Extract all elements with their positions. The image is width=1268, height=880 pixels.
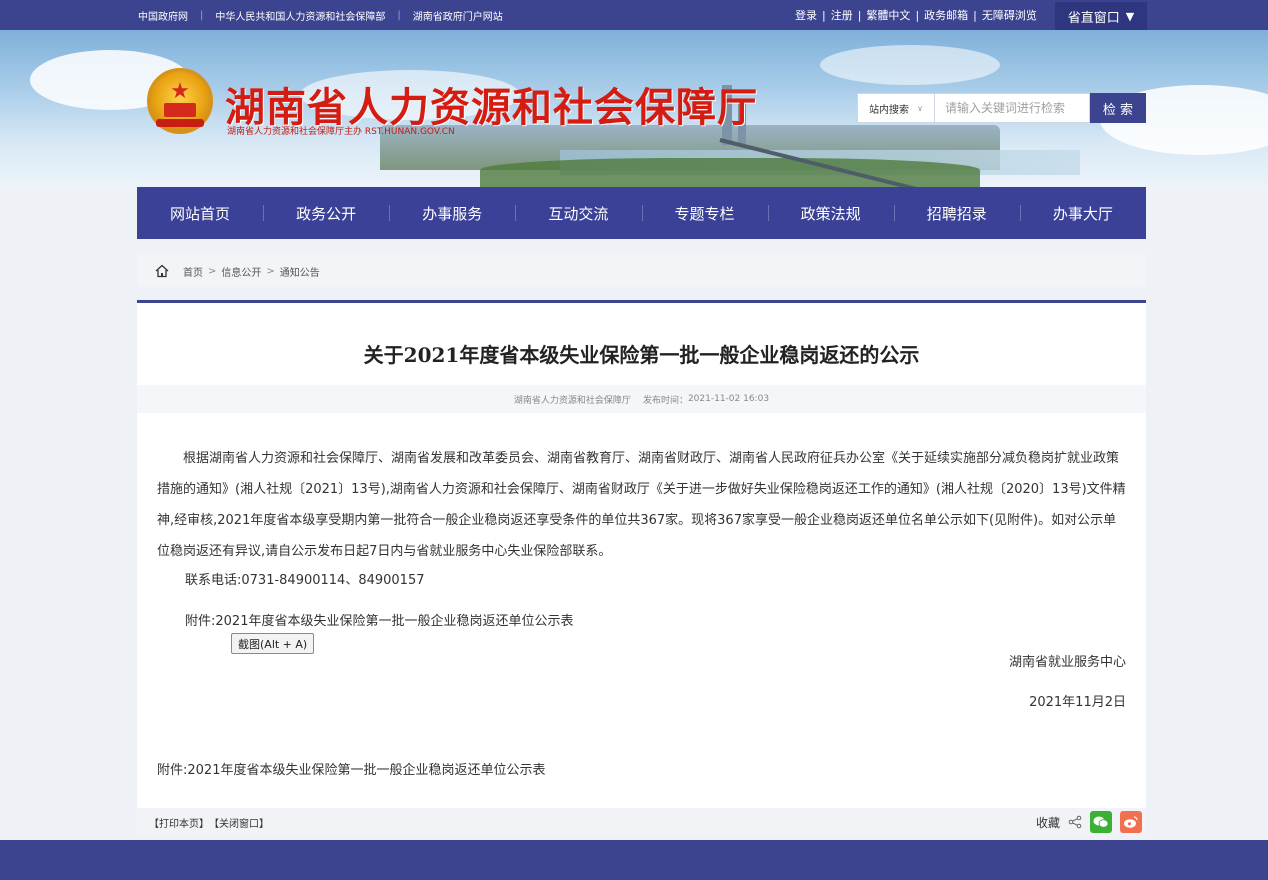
link-gov-cn[interactable]: 中国政府网 <box>138 8 188 23</box>
register-link[interactable]: 注册 <box>831 7 853 23</box>
divider: | <box>397 9 401 21</box>
nav-item-service-hall[interactable]: 办事大厅 <box>1019 203 1146 224</box>
chevron-down-icon: ∨ <box>917 103 923 113</box>
main-nav: 网站首页 政务公开 办事服务 互动交流 专题专栏 政策法规 招聘招录 办事大厅 <box>137 187 1146 239</box>
screenshot-tooltip: 截图(Alt + A) <box>231 633 315 654</box>
chevron-down-icon: ▼ <box>1125 9 1135 23</box>
breadcrumb: 首页 > 信息公开 > 通知公告 <box>137 255 1146 287</box>
login-link[interactable]: 登录 <box>795 7 817 23</box>
traditional-chinese-link[interactable]: 繁體中文 <box>866 7 910 23</box>
article-meta: 湖南省人力资源和社会保障厅 发布时间： 2021-11-02 16:03 <box>137 385 1146 413</box>
share-icon[interactable] <box>1068 815 1082 829</box>
article-source: 湖南省人力资源和社会保障厅 <box>513 395 631 406</box>
divider: | <box>200 9 204 21</box>
nav-item-topics[interactable]: 专题专栏 <box>641 203 768 224</box>
publish-time: 2021-11-02 16:03 <box>687 394 770 404</box>
accessibility-link[interactable]: 无障碍浏览 <box>982 7 1037 23</box>
national-emblem-icon: ★ <box>147 68 213 134</box>
nav-item-recruitment[interactable]: 招聘招录 <box>893 203 1020 224</box>
link-hunan-gov[interactable]: 湖南省政府门户网站 <box>413 8 503 23</box>
close-window-link[interactable]: 【关闭窗口】 <box>209 815 269 830</box>
nav-item-services[interactable]: 办事服务 <box>389 203 515 224</box>
publish-time-label: 发布时间： <box>642 395 688 406</box>
region-label: 省直窗口 <box>1067 10 1120 26</box>
breadcrumb-notices[interactable]: 通知公告 <box>280 264 320 279</box>
page-footer <box>0 840 1268 880</box>
search-scope-label: 站内搜索 <box>869 104 910 116</box>
divider: | <box>973 8 977 22</box>
attachment-text: 附件:2021年度省本级失业保险第一批一般企业稳岗返还单位公示表 <box>185 614 574 629</box>
home-icon[interactable] <box>155 264 169 278</box>
external-links: 中国政府网 | 中华人民共和国人力资源和社会保障部 | 湖南省政府门户网站 <box>138 0 503 30</box>
article-body: 根据湖南省人力资源和社会保障厅、湖南省发展和改革委员会、湖南省教育厅、湖南省财政… <box>157 451 1126 559</box>
search-button[interactable]: 检 索 <box>1090 93 1146 123</box>
top-utility-bar: 中国政府网 | 中华人民共和国人力资源和社会保障部 | 湖南省政府门户网站 登录… <box>0 0 1268 30</box>
breadcrumb-info-public[interactable]: 信息公开 <box>221 264 261 279</box>
weibo-icon[interactable] <box>1120 811 1142 833</box>
site-search: 站内搜索 ∨ 检 索 <box>857 93 1146 123</box>
account-links: 登录 | 注册 | 繁體中文 | 政务邮箱 | 无障碍浏览 <box>795 0 1037 30</box>
breadcrumb-home[interactable]: 首页 <box>183 264 203 279</box>
contact-phone: 联系电话:0731-84900114、84900157 <box>185 573 425 588</box>
nav-item-home[interactable]: 网站首页 <box>137 203 263 224</box>
divider: | <box>857 8 862 22</box>
search-scope-select[interactable]: 站内搜索 ∨ <box>857 93 935 123</box>
article-tools-bar: 【打印本页】 【关闭窗口】 收藏 <box>137 808 1146 836</box>
breadcrumb-separator: > <box>266 265 275 277</box>
signature-date: 2021年11月2日 <box>1029 695 1126 710</box>
nav-item-policies[interactable]: 政策法规 <box>767 203 894 224</box>
nav-item-interaction[interactable]: 互动交流 <box>515 203 641 224</box>
attachment-link[interactable]: 附件:2021年度省本级失业保险第一批一般企业稳岗返还单位公示表 <box>157 759 545 778</box>
breadcrumb-separator: > <box>208 265 217 277</box>
gov-mail-link[interactable]: 政务邮箱 <box>924 7 968 23</box>
site-subtitle: 湖南省人力资源和社会保障厅主办 RST.HUNAN.GOV.CN <box>227 127 455 137</box>
signature-org: 湖南省就业服务中心 <box>1008 655 1126 670</box>
region-window-dropdown[interactable]: 省直窗口 ▼ <box>1055 2 1147 30</box>
nav-item-gov-affairs[interactable]: 政务公开 <box>263 203 389 224</box>
divider: | <box>822 8 826 22</box>
link-mohrss[interactable]: 中华人民共和国人力资源和社会保障部 <box>215 8 385 23</box>
share-tools: 收藏 <box>1036 810 1142 834</box>
divider: | <box>915 8 920 22</box>
print-link[interactable]: 【打印本页】 <box>149 815 209 830</box>
favorite-link[interactable]: 收藏 <box>1036 814 1060 831</box>
article-title: 关于2021年度省本级失业保险第一批一般企业稳岗返还的公示 <box>363 343 920 367</box>
article-panel: 关于2021年度省本级失业保险第一批一般企业稳岗返还的公示 湖南省人力资源和社会… <box>137 300 1146 810</box>
search-input[interactable] <box>935 93 1090 123</box>
wechat-icon[interactable] <box>1090 811 1112 833</box>
cloud-decoration <box>820 45 1000 85</box>
